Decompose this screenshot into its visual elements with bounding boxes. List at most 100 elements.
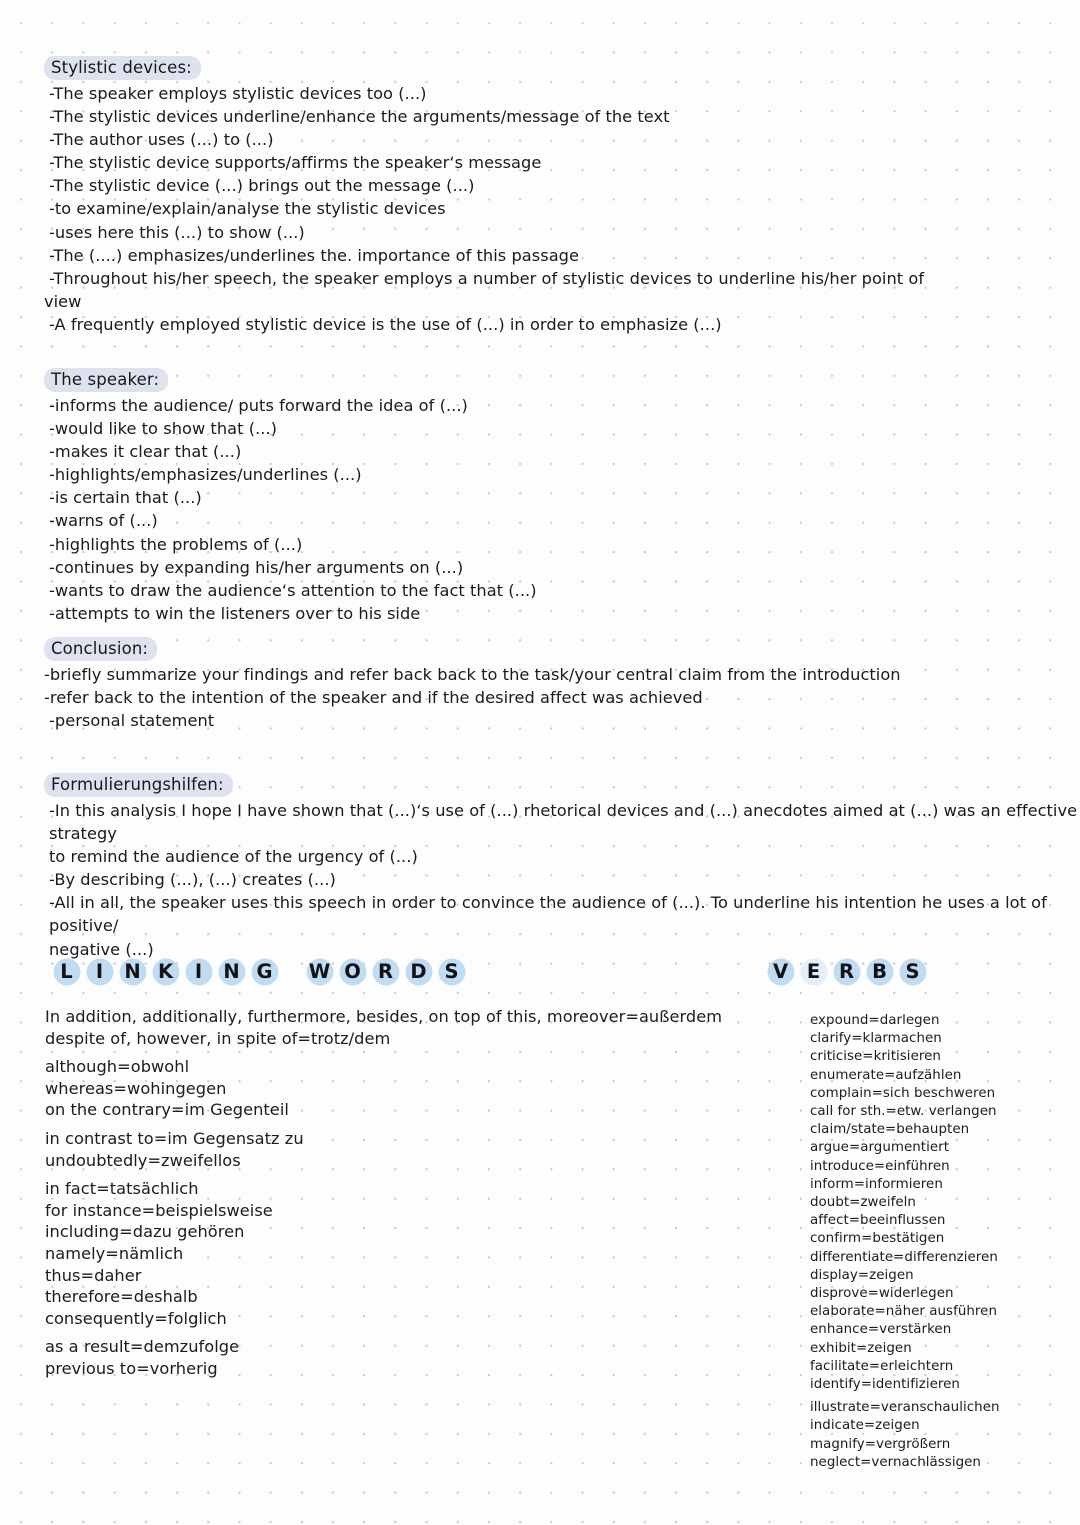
verb-item: claim/state=behaupten — [810, 1122, 970, 1138]
verb-item: display=zeigen — [810, 1267, 914, 1283]
note-line: -attempts to win the listeners over to h… — [49, 603, 421, 623]
verb-item: affect=beeinflussen — [810, 1213, 946, 1229]
section-lines-the-speaker: -informs the audience/ puts forward the … — [44, 394, 537, 625]
verbs-list: expound=darlegen clarify=klarmachen crit… — [810, 1012, 1060, 1472]
note-line: -The stylistic device supports/affirms t… — [49, 153, 542, 173]
note-line: -refer back to the intention of the spea… — [44, 688, 703, 708]
linking-word-item: previous to=vorherig — [45, 1358, 218, 1378]
verb-item: criticise=kritisieren — [810, 1049, 941, 1065]
bubble-letter: I — [184, 957, 213, 986]
linking-word-item: including=dazu gehören — [45, 1222, 245, 1242]
note-line: -would like to show that (...) — [49, 419, 278, 439]
bubble-letter: D — [404, 957, 433, 986]
note-line: -warns of (...) — [49, 511, 158, 531]
verb-item: disprove=widerlegen — [810, 1286, 954, 1302]
verb-item: indicate=zeigen — [810, 1418, 920, 1434]
section-heading-stylistic-devices: Stylistic devices: — [44, 56, 201, 80]
verb-item: elaborate=näher ausführen — [810, 1304, 997, 1320]
bubble-letter: K — [151, 957, 180, 986]
bubble-letter: B — [865, 957, 894, 986]
linking-words-list: In addition, additionally, furthermore, … — [45, 1006, 745, 1380]
linking-word-item: on the contrary=im Gegenteil — [45, 1100, 289, 1120]
note-line: -wants to draw the audience‘s attention … — [49, 580, 537, 600]
note-line: -The (....) emphasizes/underlines the. i… — [49, 245, 580, 265]
note-line: -to examine/explain/analyse the stylisti… — [49, 199, 446, 219]
note-line: -uses here this (...) to show (...) — [49, 222, 305, 242]
verb-item: inform=informieren — [810, 1176, 943, 1192]
verb-item: magnify=vergrößern — [810, 1436, 951, 1452]
section-conclusion: Conclusion: -briefly summarize your find… — [44, 637, 901, 732]
note-line: to remind the audience of the urgency of… — [49, 847, 418, 867]
verbs-title: V E R B S — [766, 957, 931, 986]
bubble-letter: W — [305, 957, 334, 986]
verb-item: facilitate=erleichtern — [810, 1358, 954, 1374]
note-line: -is certain that (...) — [49, 488, 202, 508]
bubble-letter: R — [832, 957, 861, 986]
note-line: -The speaker employs stylistic devices t… — [49, 84, 427, 103]
section-the-speaker: The speaker: -informs the audience/ puts… — [44, 368, 537, 625]
linking-word-item: In addition, additionally, furthermore, … — [45, 1007, 723, 1026]
bubble-letter: E — [799, 957, 828, 986]
verb-item: illustrate=veranschaulichen — [810, 1400, 1000, 1416]
linking-word-item: undoubtedly=zweifellos — [45, 1150, 241, 1170]
verb-item: confirm=bestätigen — [810, 1231, 945, 1247]
bubble-letter: L — [52, 957, 81, 986]
bubble-letter: S — [898, 957, 927, 986]
linking-word-item: therefore=deshalb — [45, 1287, 198, 1307]
notes-page: Stylistic devices: -The speaker employs … — [0, 0, 1080, 1525]
linking-word-item: although=obwohl — [45, 1057, 190, 1077]
linking-word-item: whereas=wohingegen — [45, 1078, 227, 1098]
note-line: -The stylistic device (...) brings out t… — [49, 176, 475, 196]
verb-item: expound=darlegen — [810, 1013, 940, 1028]
verb-item: doubt=zweifeln — [810, 1195, 916, 1211]
bubble-letter: R — [371, 957, 400, 986]
linking-word-item: namely=nämlich — [45, 1243, 184, 1263]
verb-item: enumerate=aufzählen — [810, 1067, 962, 1083]
note-line: -A frequently employed stylistic device … — [49, 314, 722, 334]
note-line: -continues by expanding his/her argument… — [49, 557, 464, 577]
verb-item: exhibit=zeigen — [810, 1340, 912, 1356]
bubble-letter: N — [217, 957, 246, 986]
verb-item: identify=identifizieren — [810, 1377, 960, 1393]
note-line: -By describing (...), (...) creates (...… — [49, 870, 336, 890]
bubble-letter: N — [118, 957, 147, 986]
note-line: -Throughout his/her speech, the speaker … — [49, 268, 925, 288]
note-line: -The author uses (...) to (...) — [49, 130, 274, 150]
note-line: -highlights/emphasizes/underlines (...) — [49, 465, 362, 485]
note-line: view — [44, 291, 82, 311]
bubble-letter: O — [338, 957, 367, 986]
note-line: -highlights the problems of (...) — [49, 534, 303, 554]
linking-word-item: consequently=folglich — [45, 1308, 227, 1328]
section-heading-formulierungshilfen: Formulierungshilfen: — [44, 773, 233, 797]
verb-item: neglect=vernachlässigen — [810, 1454, 981, 1470]
bubble-letter: V — [766, 957, 795, 986]
verb-item: clarify=klarmachen — [810, 1031, 942, 1047]
linking-word-item: in fact=tatsächlich — [45, 1179, 199, 1199]
linking-word-item: in contrast to=im Gegensatz zu — [45, 1128, 304, 1148]
section-stylistic-devices: Stylistic devices: -The speaker employs … — [44, 56, 924, 336]
section-lines-stylistic-devices: -The speaker employs stylistic devices t… — [44, 82, 924, 336]
note-line: -makes it clear that (...) — [49, 442, 242, 462]
section-lines-conclusion: -briefly summarize your findings and ref… — [44, 663, 901, 732]
linking-word-item: for instance=beispielsweise — [45, 1200, 273, 1220]
note-line: -personal statement — [49, 711, 215, 731]
verb-item: enhance=verstärken — [810, 1322, 952, 1338]
verb-item: complain=sich beschweren — [810, 1085, 996, 1101]
bubble-letter: I — [85, 957, 114, 986]
linking-word-item: thus=daher — [45, 1265, 142, 1285]
section-formulierungshilfen: Formulierungshilfen: -In this analysis I… — [44, 773, 1080, 961]
linking-words-title: L I N K I N G W O R D S — [52, 957, 470, 986]
note-line: -informs the audience/ puts forward the … — [49, 396, 468, 415]
section-lines-formulierungshilfen: -In this analysis I hope I have shown th… — [44, 799, 1080, 961]
note-line: -All in all, the speaker uses this speec… — [49, 893, 1053, 936]
section-heading-the-speaker: The speaker: — [44, 368, 169, 392]
note-line: -In this analysis I hope I have shown th… — [49, 801, 1078, 844]
verb-item: introduce=einführen — [810, 1158, 950, 1174]
bubble-letter: G — [250, 957, 279, 986]
verb-item: argue=argumentiert — [810, 1140, 950, 1156]
bubble-letter: S — [437, 957, 466, 986]
linking-word-item: despite of, however, in spite of=trotz/d… — [45, 1028, 391, 1048]
verb-item: call for sth.=etw. verlangen — [810, 1104, 997, 1120]
verb-item: differentiate=differenzieren — [810, 1249, 998, 1265]
note-line: -The stylistic devices underline/enhance… — [49, 107, 670, 127]
